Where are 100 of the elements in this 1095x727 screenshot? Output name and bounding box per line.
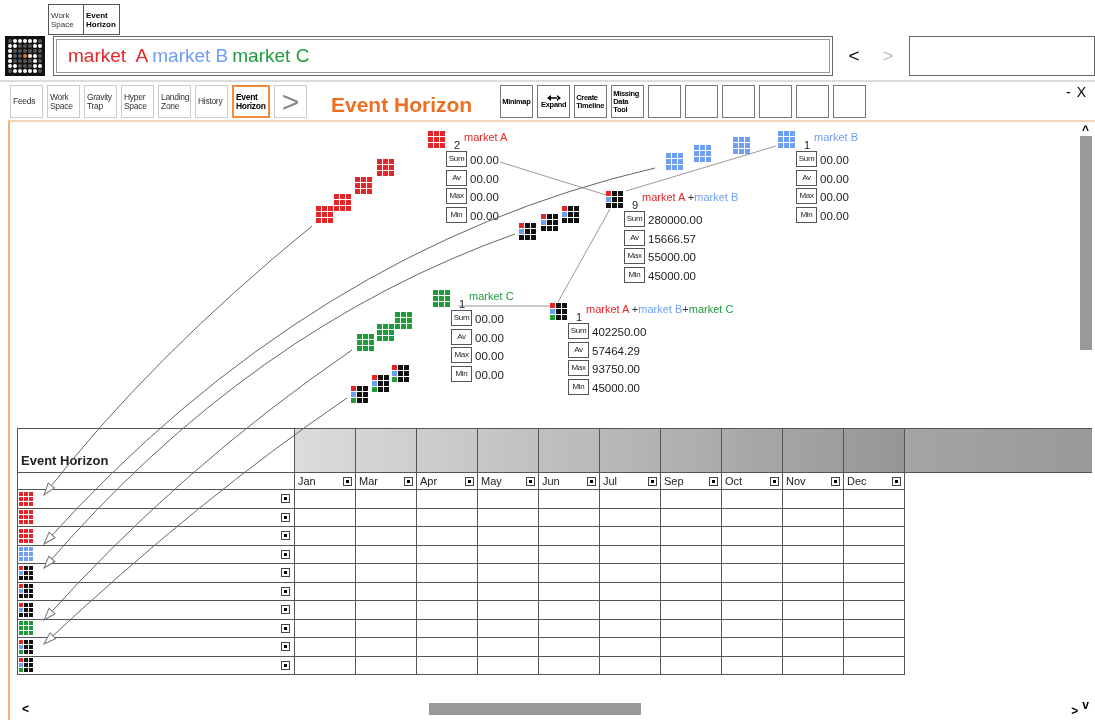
table-cell: [478, 527, 539, 546]
month-label: Apr: [420, 473, 438, 489]
column-menu-button[interactable]: [343, 476, 352, 486]
stat-value: 00.00: [470, 153, 499, 168]
table-cell: [600, 619, 661, 638]
table-cell: [600, 582, 661, 601]
stat-label: Av: [451, 328, 472, 345]
table-cell: [539, 601, 600, 620]
tab[interactable]: Event Horizon: [232, 85, 270, 118]
column-menu-button[interactable]: [587, 476, 596, 486]
stat-value: 55000.00: [648, 250, 696, 265]
month-label: Jun: [542, 473, 560, 489]
stat-label: Min: [446, 206, 467, 223]
table-cell: [356, 619, 417, 638]
stat-label: Min: [796, 206, 817, 223]
stat-value: 45000.00: [592, 380, 640, 396]
tab[interactable]: Landing Zone: [158, 85, 191, 118]
table-cell: [661, 508, 722, 527]
node-label: market C: [469, 289, 514, 304]
tab[interactable]: Work Space: [48, 4, 84, 35]
search-term: market B: [152, 43, 229, 68]
tab[interactable]: Event Horizon: [84, 4, 120, 35]
table-cell: [600, 545, 661, 564]
table-cell: [417, 601, 478, 620]
tab[interactable]: Feeds: [10, 85, 43, 118]
table-cell: [417, 508, 478, 527]
table-cell: [783, 601, 844, 620]
stat-value: 00.00: [470, 208, 499, 224]
scroll-left-button[interactable]: <: [22, 703, 29, 715]
table-cell: [722, 601, 783, 620]
stat-label: Av: [568, 341, 589, 358]
column-menu-button[interactable]: [648, 476, 657, 486]
vertical-scrollbar[interactable]: [1080, 136, 1092, 350]
minimize-button[interactable]: -: [1065, 85, 1072, 99]
blank-button[interactable]: [759, 85, 793, 118]
tab[interactable]: History: [195, 85, 228, 118]
blank-button[interactable]: [648, 85, 682, 118]
text-field[interactable]: [909, 36, 1095, 76]
node-label: market B: [814, 130, 858, 145]
table-cell: [661, 638, 722, 657]
table-cell: [478, 601, 539, 620]
stat-value: 00.00: [470, 171, 499, 187]
table-cell: [844, 638, 905, 657]
close-button[interactable]: X: [1075, 85, 1087, 99]
column-menu-button[interactable]: [526, 476, 535, 486]
table-cell: [356, 508, 417, 527]
table-cell: [356, 582, 417, 601]
scroll-down-button[interactable]: v: [1082, 698, 1089, 711]
table-cell: [661, 527, 722, 546]
blank-button[interactable]: [722, 85, 756, 118]
stat-label: Max: [568, 360, 589, 376]
column-menu-button[interactable]: [465, 476, 474, 486]
tab[interactable]: Gravity Trap: [84, 85, 117, 118]
table-cell: [722, 508, 783, 527]
table-cell: [356, 601, 417, 620]
blank-button[interactable]: [685, 85, 719, 118]
column-menu-button[interactable]: [709, 476, 718, 486]
month-label: Sep: [664, 473, 684, 489]
table-title: Event Horizon: [21, 451, 109, 470]
stat-label: Av: [624, 229, 645, 246]
stat-value: 00.00: [820, 208, 849, 224]
horizontal-scrollbar[interactable]: [429, 703, 641, 715]
scroll-right-button[interactable]: >: [1071, 704, 1079, 717]
stat-value: 00.00: [475, 312, 504, 327]
blank-button[interactable]: [833, 85, 867, 118]
column-menu-button[interactable]: [892, 476, 901, 486]
logo-icon: [5, 36, 45, 76]
back-button[interactable]: <: [837, 41, 871, 71]
table-cell: [783, 619, 844, 638]
month-label: Dec: [847, 473, 867, 489]
stat-label: Max: [446, 188, 467, 204]
tab[interactable]: Work Space: [47, 85, 80, 118]
node-count: 2: [454, 138, 461, 153]
table-cell: [478, 545, 539, 564]
column-menu-button[interactable]: [404, 476, 413, 486]
table-cell: [478, 582, 539, 601]
table-cell: [417, 527, 478, 546]
table-cell: [844, 582, 905, 601]
stat-value: 45000.00: [648, 268, 696, 284]
table-cell: [356, 656, 417, 675]
table-cell: [539, 638, 600, 657]
scroll-up-button[interactable]: ^: [1082, 124, 1089, 136]
column-menu-button[interactable]: [831, 476, 840, 486]
column-menu-button[interactable]: [770, 476, 779, 486]
stat-value: 280000.00: [648, 213, 703, 228]
table-cell: [478, 508, 539, 527]
stat-label: Sum: [568, 323, 589, 339]
table-cell: [661, 564, 722, 583]
tab[interactable]: Hyper Space: [121, 85, 154, 118]
stat-value: 00.00: [470, 190, 499, 205]
table-cell: [417, 545, 478, 564]
table-cell: [783, 656, 844, 675]
stat-label: Sum: [796, 151, 817, 167]
table-cell: [356, 638, 417, 657]
search-field[interactable]: market A market B market C: [53, 36, 833, 76]
table-cell: [661, 601, 722, 620]
table-cell: [783, 527, 844, 546]
stat-value: 00.00: [820, 153, 849, 168]
more-tabs-button[interactable]: >: [274, 85, 307, 118]
blank-button[interactable]: [796, 85, 830, 118]
